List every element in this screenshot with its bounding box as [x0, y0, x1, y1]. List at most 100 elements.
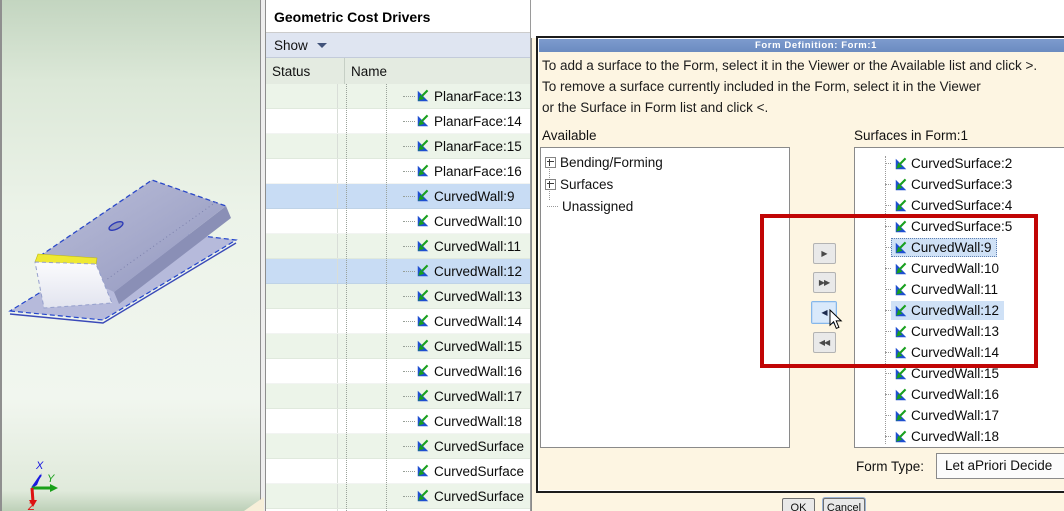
chevron-down-icon — [317, 43, 327, 48]
surface-name: CurvedWall:16 — [911, 387, 999, 402]
tree-item-label: Surfaces — [560, 177, 613, 192]
list-item[interactable]: CurvedWall:15 — [855, 363, 1064, 384]
gcd-name: PlanarFace:15 — [434, 139, 522, 154]
name-cell: CurvedWall:17 — [338, 384, 530, 408]
tree-connector — [403, 96, 415, 97]
column-header-name[interactable]: Name — [345, 58, 387, 85]
name-cell: PlanarFace:16 — [338, 159, 530, 183]
status-cell — [266, 109, 338, 133]
name-cell: CurvedWall:13 — [338, 284, 530, 308]
surface-name: CurvedWall:15 — [911, 366, 999, 381]
list-item[interactable]: CurvedWall:16 — [855, 384, 1064, 405]
column-header-status[interactable]: Status — [266, 58, 345, 85]
name-cell: CurvedWall:9 — [338, 184, 530, 208]
table-row[interactable]: CurvedWall:12 — [266, 259, 530, 284]
gcd-icon — [416, 339, 430, 353]
list-item[interactable]: CurvedSurface:4 — [855, 195, 1064, 216]
gcd-icon — [416, 89, 430, 103]
gcd-icon — [894, 157, 908, 171]
gcd-icon — [894, 346, 908, 360]
gcd-name: CurvedWall:17 — [434, 389, 522, 404]
tree-connector — [403, 471, 415, 472]
tree-connector — [403, 371, 415, 372]
table-row[interactable]: CurvedSurface — [266, 434, 530, 459]
tree-connector — [403, 121, 415, 122]
add-button[interactable]: ▶ — [813, 243, 836, 264]
list-item[interactable]: CurvedSurface:3 — [855, 174, 1064, 195]
gcd-icon — [894, 178, 908, 192]
ok-button[interactable]: OK — [782, 498, 815, 511]
remove-all-button[interactable]: ◀◀ — [813, 332, 836, 353]
table-row[interactable]: CurvedWall:14 — [266, 309, 530, 334]
tree-connector — [403, 271, 415, 272]
table-row[interactable]: CurvedWall:18 — [266, 409, 530, 434]
show-menu-button[interactable]: Show — [266, 33, 530, 58]
status-cell — [266, 284, 338, 308]
form-type-dropdown[interactable]: Let aPriori Decide — [936, 453, 1064, 479]
gcd-icon — [894, 199, 908, 213]
list-item[interactable]: CurvedSurface:2 — [855, 153, 1064, 174]
list-item[interactable]: CurvedWall:10 — [855, 258, 1064, 279]
table-row[interactable]: CurvedWall:17 — [266, 384, 530, 409]
table-row[interactable]: CurvedWall:13 — [266, 284, 530, 309]
surface-name: CurvedWall:10 — [911, 261, 999, 276]
tree-item[interactable]: Surfaces — [541, 173, 789, 195]
list-item[interactable]: CurvedWall:12 — [855, 300, 1064, 321]
list-item[interactable]: CurvedWall:17 — [855, 405, 1064, 426]
table-row[interactable]: PlanarFace:15 — [266, 134, 530, 159]
list-item[interactable]: CurvedWall:13 — [855, 321, 1064, 342]
in-form-list[interactable]: CurvedSurface:2CurvedSurface:3CurvedSurf… — [854, 147, 1064, 448]
list-item[interactable]: CurvedSurface:5 — [855, 216, 1064, 237]
add-all-button[interactable]: ▶▶ — [813, 272, 836, 293]
gcd-icon — [416, 364, 430, 378]
axis-z-label: Z — [27, 501, 36, 511]
table-row[interactable]: PlanarFace:16 — [266, 159, 530, 184]
gcd-icon — [894, 388, 908, 402]
gcd-icon — [416, 389, 430, 403]
gcd-name: CurvedWall:12 — [434, 264, 522, 279]
table-row[interactable]: CurvedSurface — [266, 459, 530, 484]
cancel-button[interactable]: Cancel — [823, 498, 865, 511]
gcd-row-list: PlanarFace:13PlanarFace:14 PlanarFace:15 P… — [266, 84, 530, 511]
3d-viewer[interactable]: X Y Z — [0, 0, 260, 511]
table-row[interactable]: CurvedWall:15 — [266, 334, 530, 359]
tree-item[interactable]: Unassigned — [541, 195, 789, 217]
tree-item-label: Unassigned — [562, 199, 633, 214]
surface-name: CurvedWall:13 — [911, 324, 999, 339]
gcd-name: CurvedWall:14 — [434, 314, 522, 329]
status-cell — [266, 334, 338, 358]
remove-button[interactable]: ◀ — [811, 301, 837, 324]
gcd-icon — [894, 325, 908, 339]
table-row[interactable]: CurvedWall:9 — [266, 184, 530, 209]
gcd-icon — [894, 430, 908, 444]
table-row[interactable]: CurvedWall:11 — [266, 234, 530, 259]
table-row[interactable]: CurvedWall:16 — [266, 359, 530, 384]
name-cell: CurvedWall:14 — [338, 309, 530, 333]
background-window-corner — [244, 497, 264, 511]
status-cell — [266, 359, 338, 383]
expand-icon[interactable] — [545, 179, 556, 190]
list-item[interactable]: CurvedWall:14 — [855, 342, 1064, 363]
available-tree[interactable]: Bending/Forming Surfaces Unassigned — [540, 147, 790, 448]
axis-triad: X Y Z — [12, 455, 72, 511]
list-item[interactable]: CurvedWall:9 — [855, 237, 1064, 258]
table-row[interactable]: CurvedWall:10 — [266, 209, 530, 234]
sheet-metal-part[interactable] — [2, 150, 262, 340]
name-cell: CurvedSurface — [338, 459, 530, 483]
tree-connector — [547, 206, 558, 207]
status-cell — [266, 309, 338, 333]
table-row[interactable]: PlanarFace:14 — [266, 109, 530, 134]
instruction-line: To remove a surface currently included i… — [542, 76, 1037, 97]
list-item[interactable]: CurvedWall:18 — [855, 426, 1064, 447]
tree-item[interactable]: Bending/Forming — [541, 151, 789, 173]
dialog-titlebar[interactable]: Form Definition: Form:1 — [539, 39, 1064, 52]
available-label: Available — [542, 128, 597, 143]
status-cell — [266, 434, 338, 458]
expand-icon[interactable] — [545, 157, 556, 168]
gcd-name: CurvedWall:13 — [434, 289, 522, 304]
table-row[interactable]: PlanarFace:13 — [266, 84, 530, 109]
gcd-icon — [894, 262, 908, 276]
status-cell — [266, 84, 338, 108]
list-item[interactable]: CurvedWall:11 — [855, 279, 1064, 300]
table-row[interactable]: CurvedSurface — [266, 484, 530, 509]
